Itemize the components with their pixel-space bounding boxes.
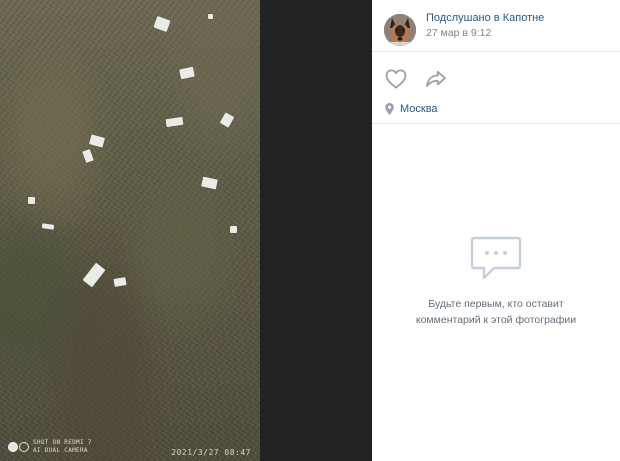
share-arrow-icon[interactable] — [425, 70, 447, 88]
photo-litter — [201, 176, 218, 190]
photo-litter — [208, 14, 213, 19]
comments-empty-state: Будьте первым, кто оставит комментарий к… — [372, 124, 620, 461]
photo-litter — [230, 226, 237, 233]
avatar-dog-image — [384, 14, 416, 46]
comments-empty-text: Будьте первым, кто оставит комментарий к… — [415, 298, 577, 326]
photo-litter — [88, 134, 106, 148]
heart-icon[interactable] — [385, 69, 407, 89]
photo-sidebar: Подслушано в Капотне 27 мар в 9:12 Москв… — [372, 0, 620, 461]
photo-area: SHOT ON REDMI 7 AI DUAL CAMERA 2021/3/27… — [0, 0, 372, 461]
watermark-line1: SHOT ON REDMI 7 — [33, 439, 92, 446]
post-date[interactable]: 27 мар в 9:12 — [426, 25, 544, 41]
photo-image[interactable]: SHOT ON REDMI 7 AI DUAL CAMERA 2021/3/27… — [0, 0, 260, 461]
photo-litter — [153, 15, 171, 33]
photo-litter — [179, 66, 195, 80]
camera-watermark: SHOT ON REDMI 7 AI DUAL CAMERA — [8, 439, 92, 455]
photo-timestamp: 2021/3/27 08:47 — [171, 448, 251, 457]
photo-viewer: SHOT ON REDMI 7 AI DUAL CAMERA 2021/3/27… — [0, 0, 620, 461]
photo-litter — [41, 223, 55, 230]
photo-litter — [113, 277, 127, 287]
photo-litter — [82, 148, 94, 164]
speech-bubble-icon — [470, 236, 522, 280]
post-header: Подслушано в Капотне 27 мар в 9:12 — [372, 0, 620, 52]
photo-litter — [165, 116, 184, 128]
photo-litter — [82, 262, 106, 288]
photo-litter — [219, 112, 235, 128]
author-name-link[interactable]: Подслушано в Капотне — [426, 11, 544, 25]
post-location[interactable]: Москва — [372, 92, 620, 124]
post-actions — [372, 52, 620, 92]
location-label[interactable]: Москва — [400, 103, 438, 115]
avatar[interactable] — [384, 14, 416, 46]
watermark-line2: AI DUAL CAMERA — [33, 447, 88, 454]
photo-litter — [28, 197, 35, 204]
camera-logo-icon — [8, 442, 29, 452]
map-pin-icon — [385, 102, 394, 115]
